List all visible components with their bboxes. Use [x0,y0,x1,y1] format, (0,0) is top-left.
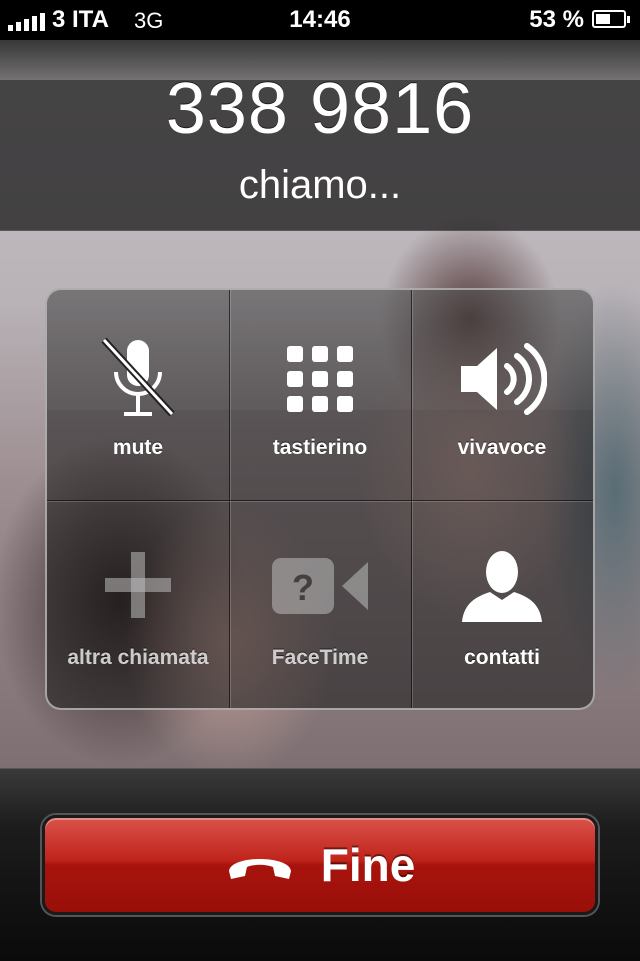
mute-label: mute [112,436,164,459]
add-call-button[interactable]: altra chiamata [47,500,229,708]
speaker-label: vivavoce [457,436,547,459]
mute-button[interactable]: mute [47,290,229,500]
person-icon [462,551,542,622]
facetime-unavailable-icon: ? [272,558,368,614]
contacts-label: contatti [464,646,540,669]
plus-icon [105,552,171,618]
call-controls-panel: mute tastierino vivavoce altra chiamata [45,288,595,710]
dialed-number: 338 9816 [165,69,475,149]
svg-text:?: ? [292,567,314,608]
battery-percent: 53 % [529,6,584,33]
microphone-muted-icon [101,337,175,417]
facetime-label: FaceTime [271,646,369,669]
status-bar: 3 ITA 3G 14:46 53 % [0,0,640,40]
facetime-button[interactable]: ? FaceTime [229,500,411,708]
end-call-button[interactable]: Fine [42,815,598,915]
hang-up-icon [228,859,291,879]
speaker-icon [461,343,547,415]
battery-icon [592,10,630,28]
keypad-button[interactable]: tastierino [229,290,411,500]
add-call-label: altra chiamata [67,646,209,669]
end-call-label: Fine [320,839,416,891]
keypad-label: tastierino [272,436,368,459]
contacts-button[interactable]: contatti [411,500,593,708]
speaker-button[interactable]: vivavoce [411,290,593,500]
keypad-icon [287,346,353,412]
call-status: chiamo... [238,163,402,207]
